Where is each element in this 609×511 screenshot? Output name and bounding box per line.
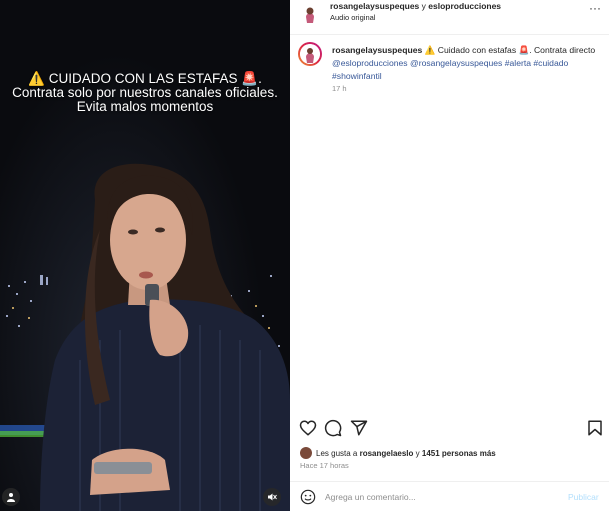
mute-toggle-button[interactable] xyxy=(263,488,281,506)
author-username-1[interactable]: rosangelaysuspeques xyxy=(330,1,419,11)
caption-timestamp: 17 h xyxy=(332,84,347,93)
author-avatar[interactable] xyxy=(299,3,321,25)
hashtag-alerta[interactable]: #alerta xyxy=(505,58,531,68)
share-icon[interactable] xyxy=(350,419,368,437)
muted-speaker-icon xyxy=(268,493,277,501)
heart-icon[interactable] xyxy=(299,419,317,437)
hashtag-cuidado[interactable]: #cuidado xyxy=(533,58,568,68)
likes-summary: Les gusta a rosangelaeslo y 1451 persona… xyxy=(300,447,496,459)
avatar-image xyxy=(300,44,320,64)
avatar-image xyxy=(299,3,321,25)
presenter-figure xyxy=(40,163,290,511)
author-username-2[interactable]: esloproducciones xyxy=(428,1,501,11)
publish-button[interactable]: Publicar xyxy=(568,492,599,502)
post-details-panel: rosangelaysuspeques y esloproducciones A… xyxy=(290,0,609,511)
reel-video[interactable]: ⚠️ CUIDADO CON LAS ESTAFAS 🚨. Contrata s… xyxy=(0,0,290,511)
instagram-post-view: ⚠️ CUIDADO CON LAS ESTAFAS 🚨. Contrata s… xyxy=(0,0,609,511)
authors-conjunction: y xyxy=(421,1,426,11)
comment-input[interactable] xyxy=(325,490,555,504)
likes-count-link[interactable]: 1451 personas más xyxy=(422,449,496,458)
bookmark-icon[interactable] xyxy=(586,419,604,437)
comment-icon[interactable] xyxy=(324,419,342,437)
caption-username[interactable]: rosangelaysuspeques xyxy=(332,45,422,55)
liker-avatar xyxy=(300,447,312,459)
mention-rosangelaysuspeques[interactable]: @rosangelaysuspeques xyxy=(410,58,502,68)
caption-body: ⚠️ Cuidado con estafas 🚨. Contrata direc… xyxy=(424,45,596,55)
caption-text: rosangelaysuspeques ⚠️ Cuidado con estaf… xyxy=(332,44,602,83)
caption-author-avatar[interactable] xyxy=(298,42,322,66)
post-header: rosangelaysuspeques y esloproducciones A… xyxy=(290,0,609,35)
tagged-users-button[interactable] xyxy=(2,488,20,506)
mention-esloproducciones[interactable]: @esloproducciones xyxy=(332,58,408,68)
likes-conjunction: y xyxy=(415,448,420,458)
collab-authors: rosangelaysuspeques y esloproducciones xyxy=(330,1,501,11)
hashtag-showinfantil[interactable]: #showinfantil xyxy=(332,71,382,81)
liker-username[interactable]: rosangelaeslo xyxy=(360,449,414,458)
emoji-icon[interactable] xyxy=(300,489,316,505)
more-options-button[interactable]: ··· xyxy=(589,1,601,15)
post-actions-bar xyxy=(290,417,609,441)
likes-prefix: Les gusta a xyxy=(316,448,358,458)
original-audio-link[interactable]: Audio original xyxy=(330,13,375,22)
user-icon xyxy=(7,493,15,502)
post-time-ago: Hace 17 horas xyxy=(300,461,349,470)
comment-composer: Publicar xyxy=(290,481,609,511)
